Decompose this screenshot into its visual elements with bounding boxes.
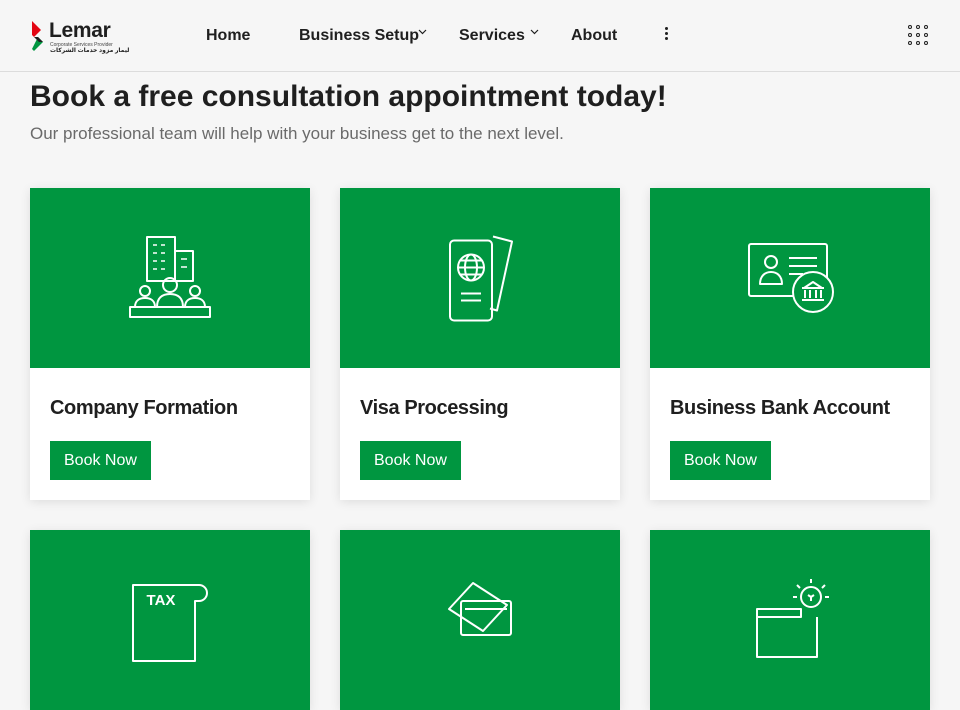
card-media <box>340 188 620 368</box>
cards-icon <box>448 582 512 636</box>
service-card-payments <box>340 530 620 710</box>
kebab-icon[interactable] <box>664 27 670 43</box>
book-now-button[interactable]: Book Now <box>670 441 771 480</box>
service-card-consulting <box>650 530 930 710</box>
page-subtitle: Our professional team will help with you… <box>30 124 564 143</box>
card-title: Visa Processing <box>360 397 509 419</box>
nav-home[interactable]: Home <box>206 25 250 47</box>
service-card-business-bank-account: Business Bank Account Book Now <box>650 188 930 500</box>
grid-menu-icon[interactable] <box>908 25 930 47</box>
tax-label: TAX <box>147 592 176 609</box>
book-now-button[interactable]: Book Now <box>50 441 151 480</box>
book-now-button[interactable]: Book Now <box>360 441 461 480</box>
card-media <box>650 188 930 368</box>
passport-icon <box>449 235 513 322</box>
logo-mark-icon <box>32 21 43 51</box>
card-media <box>340 530 620 710</box>
nav-about[interactable]: About <box>571 25 617 47</box>
card-title: Company Formation <box>50 397 238 419</box>
tax-icon: TAX <box>132 584 208 662</box>
nav-business-setup[interactable]: Business Setup <box>299 25 419 47</box>
idea-icon <box>756 579 829 658</box>
logo[interactable]: Lemar Corporate Services Provider ليمار … <box>29 19 129 59</box>
logo-name: Lemar <box>49 19 111 42</box>
chevron-down-icon[interactable] <box>530 29 539 35</box>
service-card-company-formation: Company Formation Book Now <box>30 188 310 500</box>
service-card-visa-processing: Visa Processing Book Now <box>340 188 620 500</box>
service-card-tax: TAX <box>30 530 310 710</box>
card-media <box>650 530 930 710</box>
company-building-icon <box>129 236 211 318</box>
site-header: Lemar Corporate Services Provider ليمار … <box>0 0 960 72</box>
chevron-down-icon[interactable] <box>418 29 427 35</box>
nav-services[interactable]: Services <box>459 25 525 47</box>
card-title: Business Bank Account <box>670 397 890 419</box>
card-media: TAX <box>30 530 310 710</box>
bank-account-icon <box>748 243 834 313</box>
page-title: Book a free consultation appointment tod… <box>30 80 667 113</box>
card-media <box>30 188 310 368</box>
logo-arabic: ليمار مزود خدمات الشركات <box>50 48 130 54</box>
